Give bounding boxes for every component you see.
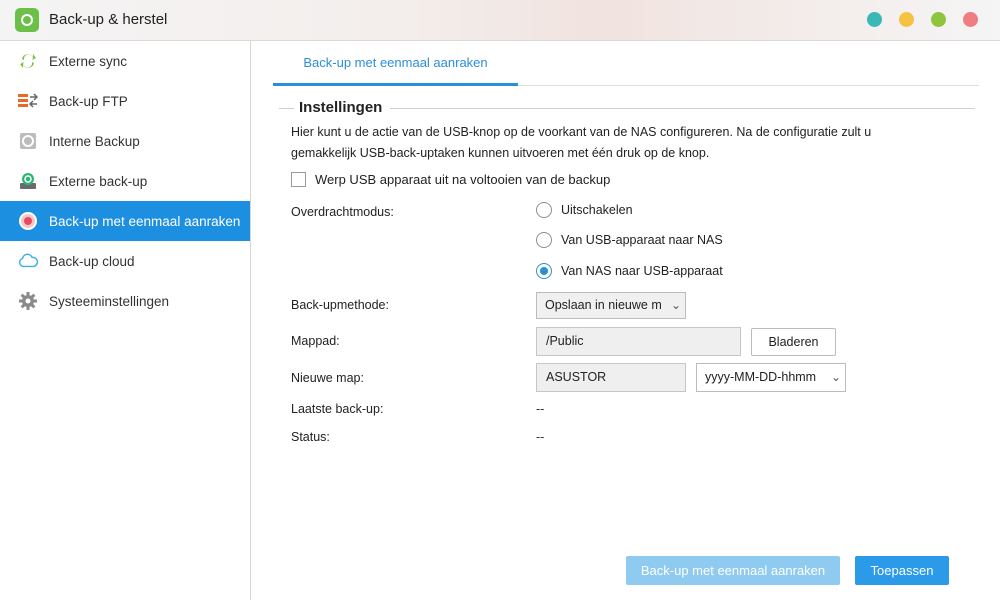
new-folder-input[interactable]: ASUSTOR [536, 363, 686, 392]
radio-option-nas-to-usb[interactable]: Van NAS naar USB-apparaat [536, 263, 723, 279]
sidebar-item-label: Interne Backup [49, 133, 140, 149]
sidebar-item-label: Back-up cloud [49, 253, 135, 269]
transfer-mode-label: Overdrachtmodus: [291, 205, 394, 219]
help-button[interactable] [867, 12, 882, 27]
internal-backup-icon [18, 131, 38, 151]
sidebar-item-label: Externe back-up [49, 173, 148, 189]
radio-button[interactable] [536, 202, 552, 218]
eject-usb-label: Werp USB apparaat uit na voltooien van d… [315, 172, 611, 187]
external-backup-icon [18, 171, 38, 191]
tab-one-touch-backup[interactable]: Back-up met eenmaal aanraken [273, 41, 518, 86]
new-folder-label: Nieuwe map: [291, 371, 364, 385]
sidebar-item-label: Back-up FTP [49, 93, 128, 109]
sidebar-item-externe-backup[interactable]: Externe back-up [0, 161, 250, 201]
radio-option-disable[interactable]: Uitschakelen [536, 202, 633, 218]
chevron-down-icon: ⌄ [670, 298, 681, 312]
sidebar-item-one-touch-backup[interactable]: Back-up met eenmaal aanraken [0, 201, 250, 241]
window-title: Back-up & herstel [49, 11, 168, 28]
section-title: Instellingen [299, 99, 391, 116]
close-button[interactable] [963, 12, 978, 27]
radio-button-selected[interactable] [536, 263, 552, 279]
folder-format-value: yyyy-MM-DD-hhmm [705, 370, 817, 384]
eject-usb-option[interactable]: Werp USB apparaat uit na voltooien van d… [291, 172, 610, 187]
folder-path-label: Mappad: [291, 334, 340, 348]
sidebar-item-externe-sync[interactable]: Externe sync [0, 41, 250, 81]
sidebar-item-label: Externe sync [49, 53, 128, 69]
backup-method-value: Opslaan in nieuwe m [545, 298, 662, 312]
radio-label: Van USB-apparaat naar NAS [561, 233, 723, 247]
radio-label: Uitschakelen [561, 203, 633, 217]
one-touch-backup-button[interactable]: Back-up met eenmaal aanraken [626, 556, 840, 585]
radio-label: Van NAS naar USB-apparaat [561, 264, 723, 278]
minimize-button[interactable] [899, 12, 914, 27]
main-content: Back-up met eenmaal aanraken Instellinge… [252, 41, 1000, 600]
sidebar-item-interne-backup[interactable]: Interne Backup [0, 121, 250, 161]
sidebar: Externe sync Back-up FTP Interne Backup … [0, 41, 251, 600]
section-divider [279, 108, 294, 109]
last-backup-value: -- [536, 402, 545, 416]
sync-icon [18, 51, 38, 71]
sidebar-item-label: Back-up met eenmaal aanraken [49, 213, 241, 229]
cloud-icon [18, 251, 38, 271]
title-bar: Back-up & herstel [0, 0, 1000, 41]
chevron-down-icon: ⌄ [830, 370, 841, 384]
section-divider [387, 108, 975, 109]
tab-bar: Back-up met eenmaal aanraken [273, 41, 979, 86]
backup-app-icon [15, 8, 39, 32]
one-touch-icon [18, 211, 38, 231]
sidebar-item-label: Systeeminstellingen [49, 293, 170, 309]
eject-usb-checkbox[interactable] [291, 172, 306, 187]
sidebar-item-backup-cloud[interactable]: Back-up cloud [0, 241, 250, 281]
sidebar-item-systeeminstellingen[interactable]: Systeeminstellingen [0, 281, 250, 321]
maximize-button[interactable] [931, 12, 946, 27]
radio-button[interactable] [536, 232, 552, 248]
folder-format-select[interactable]: yyyy-MM-DD-hhmm ⌄ [696, 363, 846, 392]
gear-icon [18, 291, 38, 311]
apply-button[interactable]: Toepassen [855, 556, 949, 585]
browse-button[interactable]: Bladeren [751, 328, 836, 356]
window-controls [867, 12, 978, 27]
sidebar-item-backup-ftp[interactable]: Back-up FTP [0, 81, 250, 121]
backup-method-select[interactable]: Opslaan in nieuwe m ⌄ [536, 292, 686, 319]
folder-path-input[interactable]: /Public [536, 327, 741, 356]
backup-method-label: Back-upmethode: [291, 298, 389, 312]
description-text: Hier kunt u de actie van de USB-knop op … [291, 125, 872, 160]
radio-option-usb-to-nas[interactable]: Van USB-apparaat naar NAS [536, 232, 723, 248]
last-backup-label: Laatste back-up: [291, 402, 384, 416]
status-label: Status: [291, 430, 330, 444]
status-value: -- [536, 430, 545, 444]
ftp-icon [18, 91, 38, 111]
